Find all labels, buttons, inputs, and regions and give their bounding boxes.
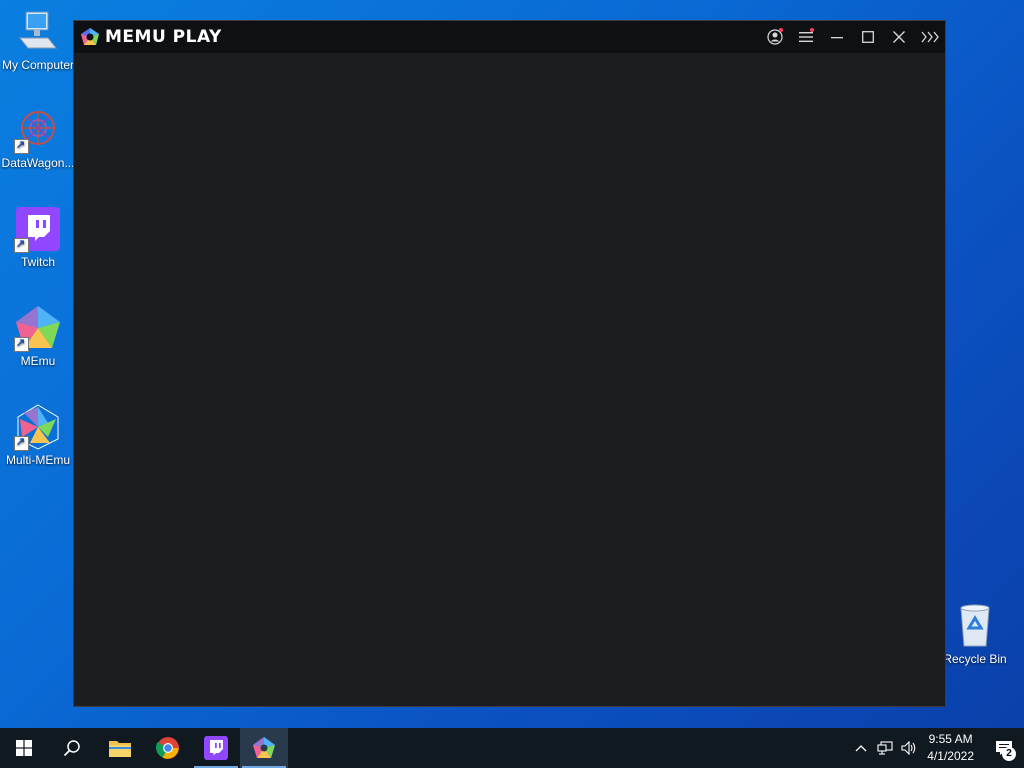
clock-time: 9:55 AM xyxy=(928,732,973,746)
maximize-icon xyxy=(861,31,874,43)
network-button[interactable] xyxy=(873,728,897,768)
volume-button[interactable] xyxy=(897,728,921,768)
sidebar-expand-icon xyxy=(920,31,939,43)
desktop-icon-label: DataWagon... xyxy=(1,156,75,170)
account-button[interactable] xyxy=(759,21,790,53)
minimize-button[interactable] xyxy=(821,21,852,53)
window-title: MEMU PLAY xyxy=(105,27,222,47)
window-title-bar[interactable]: MEMU PLAY xyxy=(74,21,945,53)
notification-dot xyxy=(810,28,814,32)
notification-count-badge: 2 xyxy=(1002,747,1016,761)
notification-dot xyxy=(779,28,783,32)
clock-date: 4/1/2022 xyxy=(927,749,974,763)
taskbar-file-explorer[interactable] xyxy=(96,728,144,768)
twitch-icon xyxy=(14,205,62,253)
computer-icon xyxy=(14,8,62,56)
desktop-icon-label: Multi-MEmu xyxy=(5,453,70,467)
desktop-icon-datawagon[interactable]: DataWagon... xyxy=(0,106,76,170)
app-logo: MEMU PLAY xyxy=(80,27,222,47)
shortcut-arrow-icon xyxy=(14,336,29,352)
emulator-screen[interactable] xyxy=(74,53,945,706)
close-icon xyxy=(892,31,905,43)
shortcut-arrow-icon xyxy=(14,138,29,154)
desktop-icon-label: MEmu xyxy=(20,354,56,368)
datawagon-icon xyxy=(14,106,62,154)
desktop-icon-label: Twitch xyxy=(20,255,55,269)
shortcut-arrow-icon xyxy=(14,237,29,253)
start-button[interactable] xyxy=(0,728,48,768)
close-button[interactable] xyxy=(883,21,914,53)
chrome-icon xyxy=(156,737,179,759)
taskbar-chrome[interactable] xyxy=(144,728,192,768)
window-controls xyxy=(759,21,945,53)
taskbar-memu[interactable] xyxy=(240,728,288,768)
network-icon xyxy=(877,741,893,755)
memu-logo-icon xyxy=(81,28,99,45)
chevron-up-icon xyxy=(855,745,867,752)
taskbar: 9:55 AM 4/1/2022 2 xyxy=(0,728,1024,768)
desktop-icon-recycle-bin[interactable]: Recycle Bin xyxy=(937,602,1013,666)
search-icon xyxy=(63,740,80,757)
desktop-icon-label: Recycle Bin xyxy=(943,652,1007,666)
memu-icon xyxy=(14,304,62,352)
desktop-icon-label: My Computer xyxy=(1,58,75,72)
file-explorer-icon xyxy=(109,741,131,757)
desktop-icon-my-computer[interactable]: My Computer xyxy=(0,8,76,72)
shortcut-arrow-icon xyxy=(14,435,29,451)
twitch-icon xyxy=(204,736,228,760)
sidebar-expand-button[interactable] xyxy=(914,21,945,53)
action-center-button[interactable]: 2 xyxy=(984,728,1024,768)
menu-icon xyxy=(798,32,813,42)
menu-button[interactable] xyxy=(790,21,821,53)
memu-play-window: MEMU PLAY xyxy=(73,20,946,707)
desktop-icon-twitch[interactable]: Twitch xyxy=(0,205,76,269)
taskbar-twitch[interactable] xyxy=(192,728,240,768)
desktop-icon-multi-memu[interactable]: Multi-MEmu xyxy=(0,403,76,467)
maximize-button[interactable] xyxy=(852,21,883,53)
multi-memu-icon xyxy=(14,403,62,451)
start-icon xyxy=(16,740,32,756)
system-tray: 9:55 AM 4/1/2022 2 xyxy=(849,728,1024,768)
memu-icon xyxy=(253,737,275,758)
show-hidden-icons-button[interactable] xyxy=(849,728,873,768)
minimize-icon xyxy=(830,37,843,39)
taskbar-clock[interactable]: 9:55 AM 4/1/2022 xyxy=(927,731,974,765)
search-button[interactable] xyxy=(48,728,96,768)
desktop-icon-memu[interactable]: MEmu xyxy=(0,304,76,368)
speaker-icon xyxy=(901,741,916,755)
recycle-bin-icon xyxy=(951,602,999,650)
